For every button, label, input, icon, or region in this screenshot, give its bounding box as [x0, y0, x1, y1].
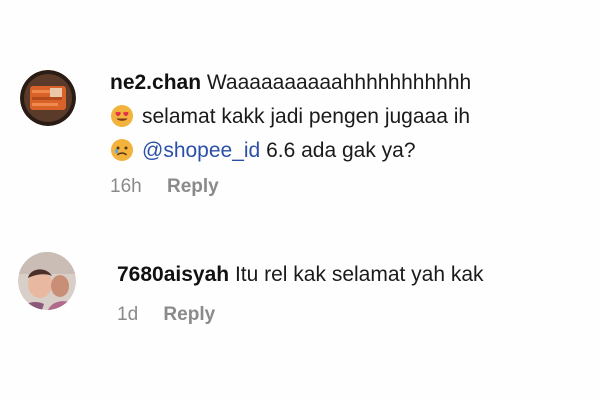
timestamp: 1d [117, 304, 139, 325]
comment-meta: 16h Reply [110, 176, 580, 198]
comments-section: ne2.chan Waaaaaaaaaahhhhhhhhhhh selamat … [0, 0, 600, 400]
heart-eyes-emoji-icon [110, 104, 134, 128]
avatar[interactable] [18, 252, 76, 310]
timestamp: 16h [110, 176, 142, 197]
avatar-image [18, 252, 76, 310]
comment-body: ne2.chan Waaaaaaaaaahhhhhhhhhhh selamat … [110, 66, 580, 198]
reply-button[interactable]: Reply [163, 304, 215, 326]
username[interactable]: ne2.chan [110, 71, 201, 94]
comment-line: selamat kakk jadi pengen jugaaa ih [110, 100, 580, 134]
comment-body: 7680aisyah Itu rel kak selamat yah kak 1… [117, 258, 587, 326]
comment-meta: 1d Reply [117, 304, 587, 326]
comment-text: Itu rel kak selamat yah kak [234, 263, 484, 286]
avatar-image [20, 70, 76, 126]
username[interactable]: 7680aisyah [117, 263, 229, 286]
comment-text: Waaaaaaaaaahhhhhhhhhhh [206, 71, 472, 94]
comment-text: 6.6 ada gak ya? [260, 139, 416, 162]
mention-link[interactable]: @shopee_id [142, 139, 260, 162]
reply-button[interactable]: Reply [167, 176, 219, 198]
comment-text: selamat kakk jadi pengen jugaaa ih [142, 105, 471, 128]
comment-line: 7680aisyah Itu rel kak selamat yah kak [117, 258, 587, 292]
sad-face-emoji-icon [110, 138, 134, 162]
avatar[interactable] [20, 70, 76, 126]
comment-line: ne2.chan Waaaaaaaaaahhhhhhhhhhh [110, 66, 580, 100]
comment-line: @shopee_id 6.6 ada gak ya? [110, 134, 580, 168]
